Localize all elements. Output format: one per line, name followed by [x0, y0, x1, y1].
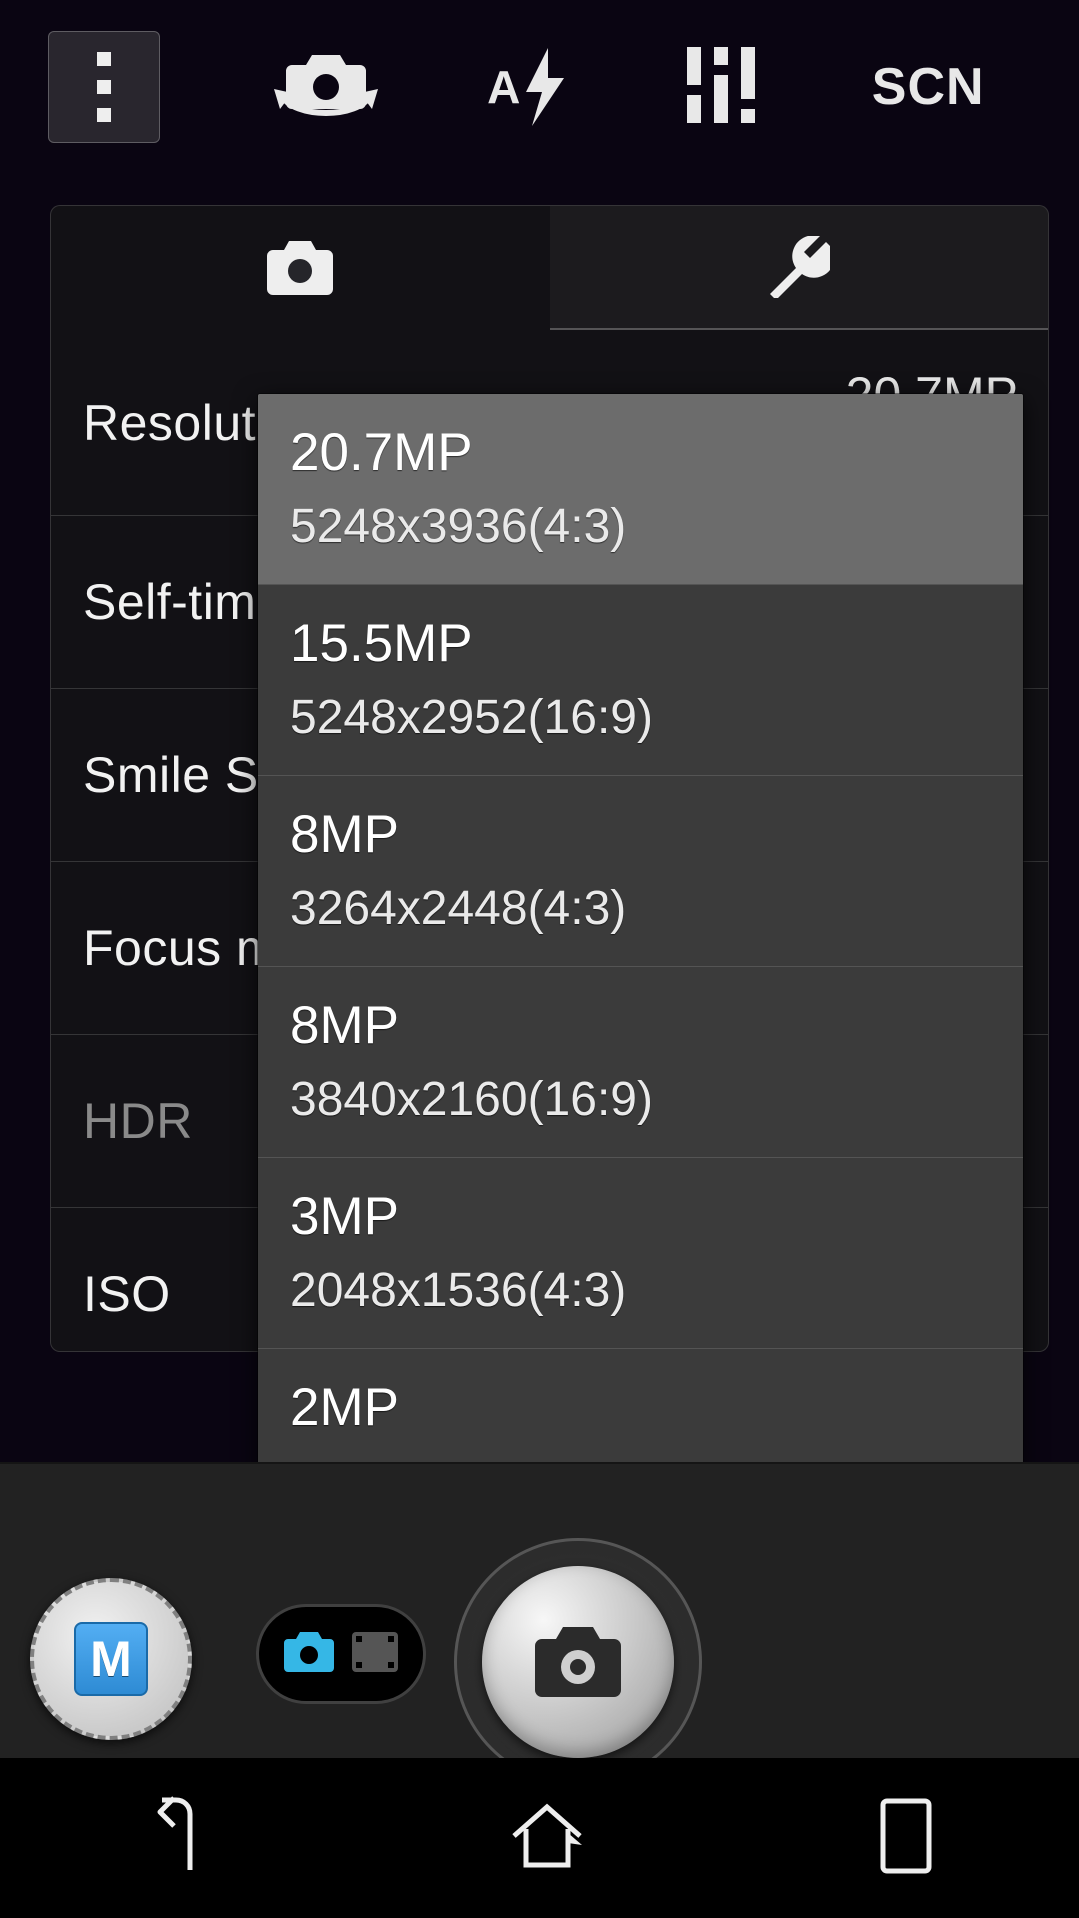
- switch-camera-icon[interactable]: [274, 45, 378, 130]
- camera-icon: [284, 1632, 334, 1677]
- resolution-option-mp: 8MP: [290, 995, 991, 1056]
- resolution-option-mp: 3MP: [290, 1186, 991, 1247]
- home-icon[interactable]: [508, 1801, 586, 1876]
- tab-tools-settings[interactable]: [550, 206, 1049, 330]
- resolution-option-mp: 20.7MP: [290, 422, 991, 483]
- tab-camera-settings[interactable]: [51, 206, 550, 330]
- film-icon: [352, 1632, 398, 1677]
- auto-flash-icon[interactable]: A: [487, 48, 570, 126]
- setting-label: HDR: [83, 1092, 193, 1150]
- menu-button[interactable]: [48, 31, 160, 143]
- camera-top-toolbar: A SCN: [0, 22, 1079, 152]
- resolution-option-mp: 2MP: [290, 1377, 991, 1438]
- resolution-option-dims: 2048x1536(4:3): [290, 1263, 991, 1318]
- mode-dial-label: M: [74, 1622, 148, 1696]
- mode-dial[interactable]: M: [30, 1578, 192, 1740]
- adjust-sliders-icon[interactable]: [679, 43, 763, 132]
- resolution-option[interactable]: 20.7MP 5248x3936(4:3): [258, 394, 1023, 584]
- recent-apps-icon[interactable]: [879, 1797, 933, 1880]
- resolution-option-dims: 5248x3936(4:3): [290, 499, 991, 554]
- photo-video-toggle[interactable]: [256, 1604, 426, 1704]
- resolution-option-dims: 3264x2448(4:3): [290, 881, 991, 936]
- resolution-dropdown: 20.7MP 5248x3936(4:3) 15.5MP 5248x2952(1…: [258, 394, 1023, 1539]
- back-icon[interactable]: [146, 1796, 216, 1881]
- setting-label: ISO: [83, 1265, 171, 1323]
- resolution-option[interactable]: 15.5MP 5248x2952(16:9): [258, 584, 1023, 775]
- auto-flash-label: A: [487, 60, 520, 114]
- resolution-option[interactable]: 8MP 3840x2160(16:9): [258, 966, 1023, 1157]
- resolution-option-dims: 5248x2952(16:9): [290, 690, 991, 745]
- resolution-option-dims: 3840x2160(16:9): [290, 1072, 991, 1127]
- resolution-option-mp: 15.5MP: [290, 613, 991, 674]
- resolution-option[interactable]: 3MP 2048x1536(4:3): [258, 1157, 1023, 1348]
- android-nav-bar: [0, 1758, 1079, 1918]
- shutter-button-inner: [482, 1566, 674, 1758]
- shutter-button[interactable]: [454, 1538, 702, 1786]
- resolution-option[interactable]: 8MP 3264x2448(4:3): [258, 775, 1023, 966]
- resolution-option-mp: 8MP: [290, 804, 991, 865]
- scene-mode-button[interactable]: SCN: [872, 57, 985, 117]
